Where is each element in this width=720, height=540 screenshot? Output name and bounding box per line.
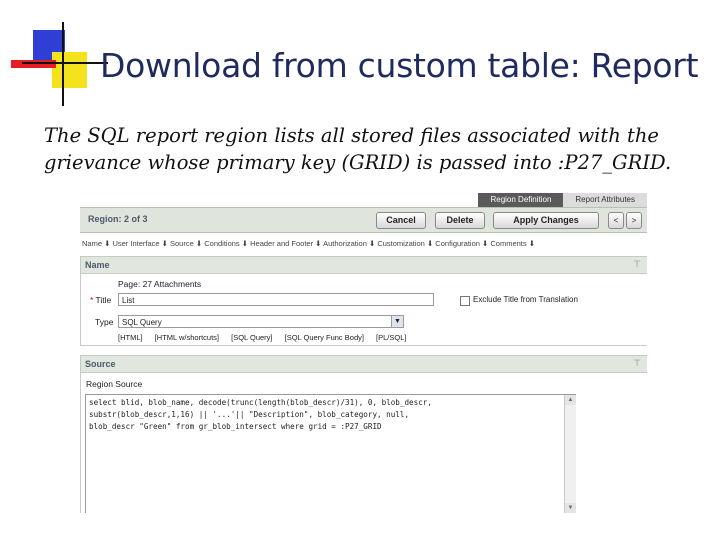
section-jump-links[interactable]: Name ⬇ User Interface ⬇ Source ⬇ Conditi… [82,239,647,248]
title-label: * Title [90,295,112,305]
type-link-html[interactable]: [HTML] [118,333,143,342]
tab-report-attributes[interactable]: Report Attributes [563,193,647,207]
slide-title: Download from custom table: Report [100,46,699,85]
scroll-down-icon[interactable]: ▼ [565,503,576,513]
chevron-down-icon: ▼ [391,316,403,327]
region-toolbar: Region: 2 of 3 Cancel Delete Apply Chang… [80,207,647,233]
cancel-button[interactable]: Cancel [376,212,426,229]
type-link-sql-query[interactable]: [SQL Query] [231,333,272,342]
delete-button[interactable]: Delete [435,212,485,229]
sql-line: select blid, blob_name, decode(trunc(len… [89,398,432,407]
sql-line: blob_descr "Green" from gr_blob_intersec… [89,422,382,431]
name-section-header: Name ⊤ [81,257,647,274]
source-section-header: Source ⊤ [81,356,647,373]
scroll-up-icon[interactable]: ▲ [565,395,576,405]
region-source-textarea[interactable]: select blid, blob_name, decode(trunc(len… [85,394,576,513]
deco-black-horizontal-line [22,62,108,64]
next-region-button[interactable]: > [626,212,642,229]
deco-black-vertical-line [62,22,64,106]
tab-region-definition[interactable]: Region Definition [478,193,564,207]
previous-region-button[interactable]: < [608,212,624,229]
source-section: Source ⊤ Region Source select blid, blob… [80,355,647,513]
page-label: Page: 27 Attachments [118,279,202,289]
type-link-plsql[interactable]: [PL/SQL] [376,333,406,342]
name-section-heading: Name [85,260,110,270]
tab-bar: Region Definition Report Attributes [478,193,647,207]
title-input[interactable]: List [118,293,434,306]
exclude-title-checkbox[interactable] [460,296,470,306]
deco-yellow-square [52,52,87,88]
type-select[interactable]: SQL Query ▼ [118,315,404,328]
type-label: Type [95,317,114,327]
type-link-sql-query-func-body[interactable]: [SQL Query Func Body] [285,333,364,342]
region-source-label: Region Source [86,379,143,389]
back-to-top-icon[interactable]: ⊤ [633,259,641,270]
exclude-title-label: Exclude Title from Translation [473,295,578,304]
region-counter: Region: 2 of 3 [88,214,148,224]
name-section: Name ⊤ Page: 27 Attachments * Title List… [80,256,647,346]
apex-region-definition-screenshot: Region Definition Report Attributes Regi… [80,193,647,513]
type-link-html-shortcuts[interactable]: [HTML w/shortcuts] [155,333,219,342]
slide-caption: The SQL report region lists all stored f… [44,124,672,174]
type-select-value: SQL Query [122,318,162,327]
type-shortcut-links: [HTML] [HTML w/shortcuts] [SQL Query] [S… [118,333,416,342]
apply-changes-button[interactable]: Apply Changes [493,212,599,229]
textarea-scrollbar[interactable]: ▲ ▼ [564,395,576,513]
back-to-top-icon[interactable]: ⊤ [633,358,641,369]
sql-line: substr(blob_descr,1,16) || '...'|| "Desc… [89,410,410,419]
source-section-heading: Source [85,359,116,369]
